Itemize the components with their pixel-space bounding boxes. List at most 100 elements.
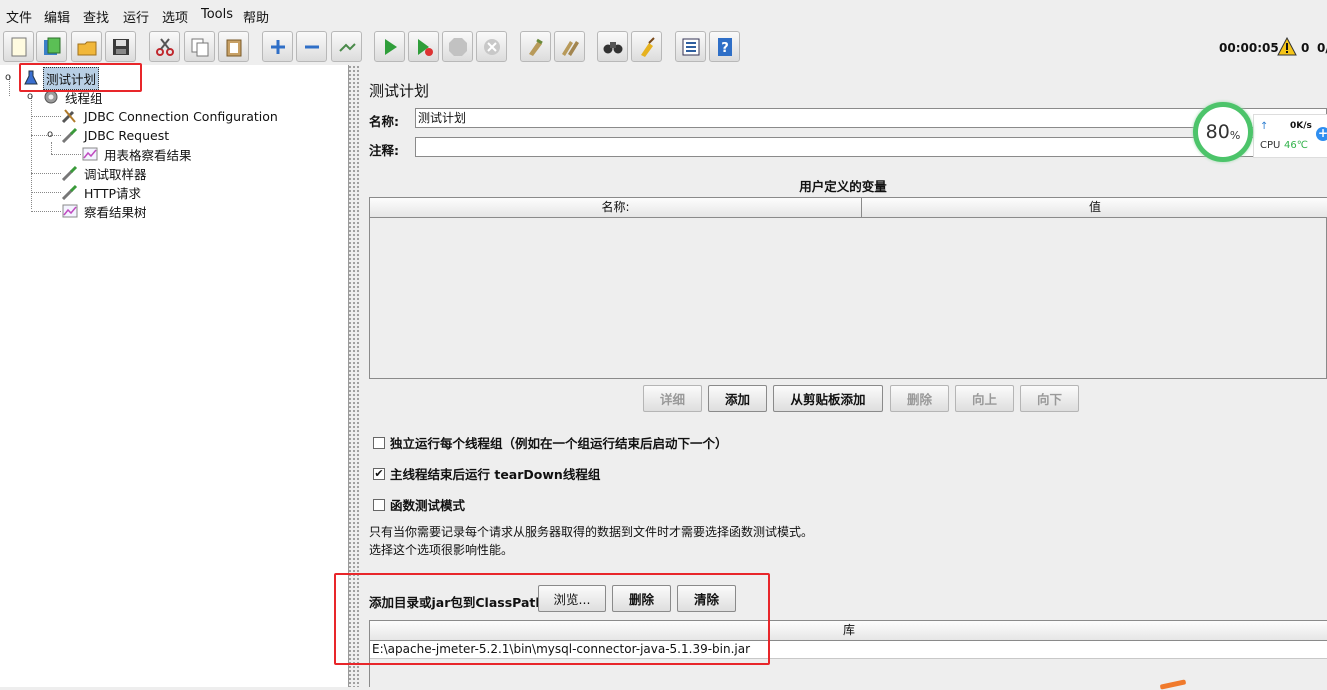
elapsed-timer: 00:00:05 — [1219, 41, 1279, 55]
tree-item-view-results-table[interactable]: 用表格察看结果 — [81, 145, 194, 163]
new-button[interactable] — [3, 31, 34, 62]
run-groups-consecutively-checkbox[interactable]: 独立运行每个线程组（例如在一个组运行结束后启动下一个） — [373, 433, 728, 452]
checkbox-label: 独立运行每个线程组（例如在一个组运行结束后启动下一个） — [390, 436, 728, 451]
sampler-pipette-icon — [61, 164, 79, 182]
copy-button[interactable] — [184, 31, 215, 62]
tree-item-jdbc-connection-config[interactable]: JDBC Connection Configuration — [61, 107, 280, 125]
percent-sign: % — [1229, 128, 1241, 142]
tree-line — [31, 173, 61, 174]
svg-text:?: ? — [721, 41, 729, 56]
clear-button[interactable] — [520, 31, 551, 62]
down-button[interactable]: 向下 — [1020, 385, 1079, 412]
sampler-pipette-icon — [61, 126, 79, 144]
reset-search-button[interactable] — [631, 31, 662, 62]
test-tree[interactable]: o o o 测试计划 线程组 JDBC Connection Configura… — [0, 63, 349, 687]
open-icon — [77, 41, 96, 55]
tree-item-jdbc-request[interactable]: JDBC Request — [61, 126, 171, 144]
column-header-value[interactable]: 值 — [862, 198, 1327, 218]
toggle-button[interactable] — [331, 31, 362, 62]
warning-icon[interactable] — [1277, 37, 1297, 57]
start-icon — [384, 38, 397, 55]
menu-file[interactable]: 文件 — [6, 7, 32, 26]
help-button[interactable]: ? — [709, 31, 740, 62]
cpu-usage-gauge[interactable]: 80% — [1193, 102, 1253, 162]
save-icon — [112, 38, 129, 55]
tree-item-label: HTTP请求 — [84, 185, 141, 201]
add-button[interactable]: 添加 — [708, 385, 767, 412]
help-icon: ? — [717, 37, 732, 56]
paste-button[interactable] — [218, 31, 249, 62]
templates-button[interactable] — [36, 31, 67, 62]
function-helper-icon — [682, 38, 699, 55]
shutdown-icon — [483, 38, 500, 55]
add-from-clipboard-button[interactable]: 从剪贴板添加 — [773, 385, 883, 412]
comment-label: 注释: — [369, 143, 399, 158]
tree-item-http-request[interactable]: HTTP请求 — [61, 183, 143, 201]
name-field[interactable]: 测试计划 — [415, 108, 1327, 128]
tree-item-label: JDBC Request — [84, 127, 170, 143]
delete-button[interactable]: 删除 — [890, 385, 949, 412]
checkbox-box — [373, 498, 385, 511]
tree-expand-handle[interactable]: o — [47, 129, 53, 140]
collapse-button[interactable] — [296, 31, 327, 62]
tree-expand-handle[interactable]: o — [5, 72, 11, 83]
tree-item-label: 察看结果树 — [84, 204, 147, 220]
plus-icon[interactable]: + — [1316, 127, 1327, 141]
menu-options[interactable]: 选项 — [162, 7, 188, 26]
save-button[interactable] — [105, 31, 136, 62]
functional-mode-checkbox[interactable]: 函数测试模式 — [373, 495, 465, 514]
clear-icon — [528, 38, 543, 56]
teardown-checkbox[interactable]: ✔ 主线程结束后运行 tearDown线程组 — [373, 464, 600, 483]
tree-expand-handle[interactable]: o — [27, 91, 33, 102]
clear-all-icon — [561, 40, 579, 56]
up-button[interactable]: 向上 — [955, 385, 1014, 412]
tree-line — [51, 142, 52, 154]
tree-item-view-results-tree[interactable]: 察看结果树 — [61, 202, 149, 220]
new-icon — [11, 37, 26, 56]
column-header-name[interactable]: 名称: — [370, 198, 862, 218]
name-label: 名称: — [369, 114, 399, 129]
shutdown-button[interactable] — [476, 31, 507, 62]
tree-line — [31, 116, 61, 117]
search-button[interactable] — [597, 31, 628, 62]
warning-count: 0 — [1301, 41, 1310, 55]
detail-button[interactable]: 详细 — [643, 385, 702, 412]
start-no-pause-button[interactable] — [408, 31, 439, 62]
stop-button[interactable] — [442, 31, 473, 62]
checkbox-label: 函数测试模式 — [390, 498, 466, 513]
templates-icon — [43, 37, 60, 55]
cpu-monitor-card[interactable]: ↑ 0K/s CPU 46℃ + — [1253, 114, 1327, 158]
sampler-pipette-icon — [61, 183, 79, 201]
tree-item-label: JDBC Connection Configuration — [84, 108, 278, 124]
page-title: 测试计划 — [369, 82, 430, 100]
cut-button[interactable] — [149, 31, 180, 62]
upload-arrow-icon: ↑ — [1260, 121, 1269, 132]
function-helper-button[interactable] — [675, 31, 706, 62]
menu-search[interactable]: 查找 — [83, 7, 109, 26]
checkbox-label: 主线程结束后运行 tearDown线程组 — [390, 467, 601, 482]
open-button[interactable] — [71, 31, 102, 62]
tree-line — [31, 211, 61, 212]
user-variables-table[interactable]: 名称: 值 — [369, 197, 1327, 379]
menu-tools[interactable]: Tools — [201, 7, 233, 22]
functional-mode-note: 只有当你需要记录每个请求从服务器取得的数据到文件时才需要选择函数测试模式。 — [369, 525, 814, 539]
comment-field[interactable] — [415, 137, 1327, 157]
copy-icon — [191, 38, 208, 56]
clear-all-button[interactable] — [554, 31, 585, 62]
start-button[interactable] — [374, 31, 405, 62]
functional-mode-note: 选择这个选项很影响性能。 — [369, 543, 514, 557]
tree-item-debug-sampler[interactable]: 调试取样器 — [61, 164, 149, 182]
paste-icon — [226, 39, 241, 56]
config-wrench-icon — [61, 107, 79, 125]
menu-bar: 文件 编辑 查找 运行 选项 Tools 帮助 — [0, 0, 1327, 29]
menu-edit[interactable]: 编辑 — [44, 7, 70, 26]
menu-run[interactable]: 运行 — [123, 7, 149, 26]
tree-line — [31, 135, 61, 136]
toolbar: ? — [0, 29, 1327, 65]
stop-icon — [448, 37, 467, 56]
expand-button[interactable] — [262, 31, 293, 62]
tree-line — [31, 192, 61, 193]
search-icon — [603, 41, 622, 53]
menu-help[interactable]: 帮助 — [243, 7, 269, 26]
listener-chart-icon — [81, 145, 99, 163]
